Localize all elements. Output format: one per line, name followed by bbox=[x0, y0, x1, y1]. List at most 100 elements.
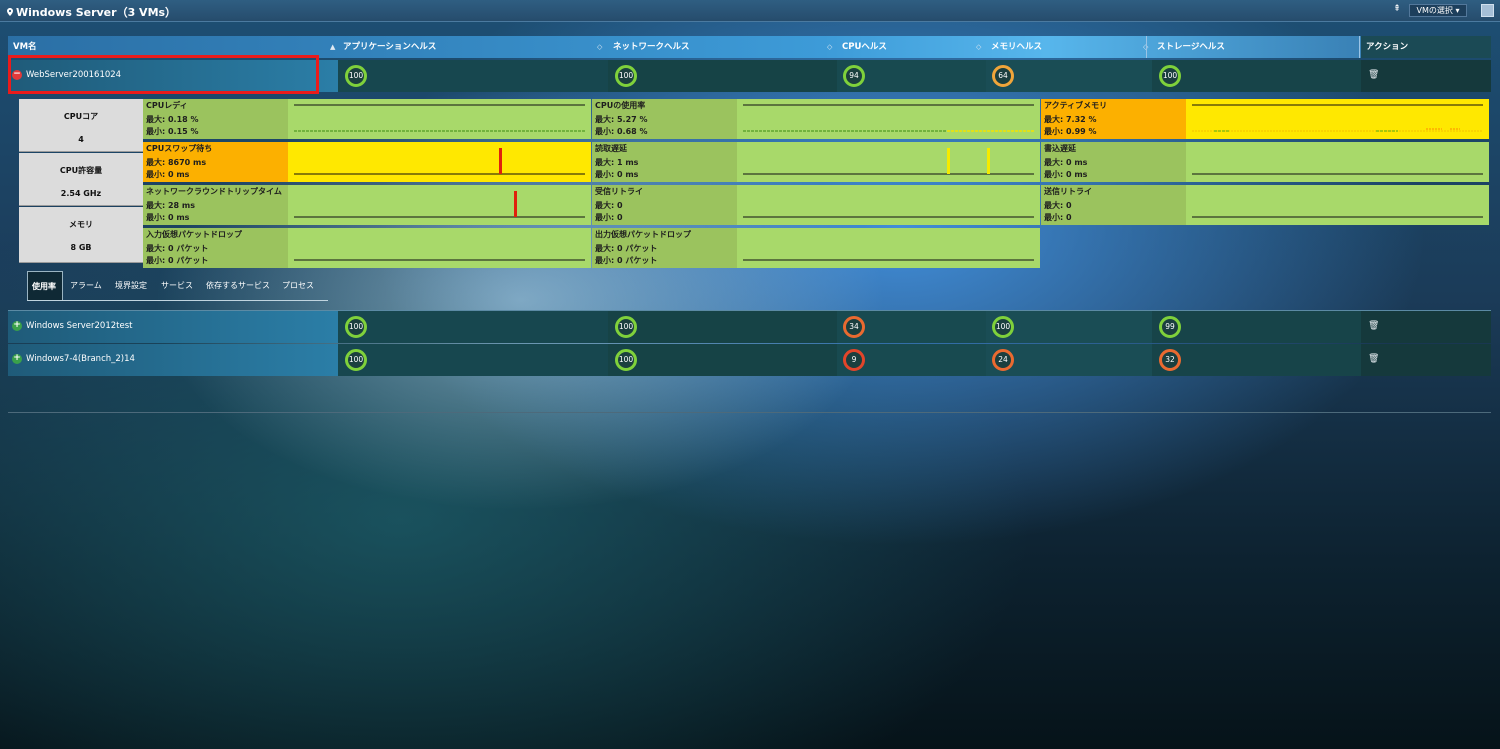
metric-min: 最小: 0 ms bbox=[146, 170, 190, 179]
expand-icon[interactable]: + bbox=[12, 354, 22, 364]
metric-max: 最大: 0 bbox=[595, 201, 623, 210]
metric-min: 最小: 0 ms bbox=[595, 170, 639, 179]
column-header-network[interactable]: ネットワークヘルス bbox=[608, 36, 690, 58]
spec-cpu-capacity: CPU許容量 2.54 GHz bbox=[19, 153, 143, 206]
column-divider bbox=[1359, 36, 1360, 58]
cpu-health-gauge[interactable]: 94 bbox=[843, 65, 865, 87]
metric-tx-packet-drop[interactable]: 出力仮想パケットドロップ 最大: 0 パケット 最小: 0 パケット bbox=[592, 228, 1040, 268]
tab-services[interactable]: サービス bbox=[157, 271, 197, 300]
metric-tx-retry[interactable]: 送信リトライ 最大: 0 最小: 0 bbox=[1041, 185, 1489, 225]
metric-name: 受信リトライ bbox=[595, 187, 643, 196]
metric-name: 入力仮想パケットドロップ bbox=[146, 230, 242, 239]
metric-cpu-swap-wait[interactable]: CPUスワップ待ち 最大: 8670 ms 最小: 0 ms bbox=[143, 142, 591, 182]
sort-asc-icon[interactable]: ▲ bbox=[330, 36, 335, 58]
tab-alarms[interactable]: アラーム bbox=[66, 271, 106, 300]
trash-icon[interactable]: 🗑 bbox=[1368, 70, 1379, 80]
cell-bg bbox=[338, 344, 608, 376]
cpu-health-gauge[interactable]: 9 bbox=[843, 349, 865, 371]
metric-max: 最大: 28 ms bbox=[146, 201, 195, 210]
cell-bg bbox=[1361, 344, 1491, 376]
layout-toggle-button[interactable] bbox=[1481, 4, 1494, 17]
memory-health-gauge[interactable]: 24 bbox=[992, 349, 1014, 371]
metric-max: 最大: 0 bbox=[1044, 201, 1072, 210]
tab-thresholds[interactable]: 境界設定 bbox=[111, 271, 151, 300]
vm-row[interactable]: + Windows7-4(Branch_2)14 100 100 9 24 32… bbox=[8, 344, 1491, 376]
spec-label: CPU許容量 bbox=[59, 166, 103, 175]
storage-health-gauge[interactable]: 32 bbox=[1159, 349, 1181, 371]
metric-min: 最小: 0 パケット bbox=[595, 256, 658, 265]
highlight-box bbox=[8, 55, 319, 94]
metric-network-rtt[interactable]: ネットワークラウンドトリップタイム 最大: 28 ms 最小: 0 ms bbox=[143, 185, 591, 225]
vm-name[interactable]: Windows Server2012test bbox=[26, 321, 132, 331]
memory-health-gauge[interactable]: 100 bbox=[992, 316, 1014, 338]
table-bottom-divider bbox=[8, 412, 1491, 413]
vm-select-dropdown[interactable]: VMの選択 ▾ bbox=[1409, 4, 1467, 17]
metric-max: 最大: 0.18 % bbox=[146, 115, 199, 124]
metric-name: 読取遅延 bbox=[595, 144, 627, 153]
metric-active-memory[interactable]: アクティブメモリ 最大: 7.32 % 最小: 0.99 % bbox=[1041, 99, 1489, 139]
app-health-gauge[interactable]: 100 bbox=[345, 65, 367, 87]
metric-cpu-ready[interactable]: CPUレディ 最大: 0.18 % 最小: 0.15 % bbox=[143, 99, 591, 139]
title-bar: Windows Server（3 VMs） ⇞ VMの選択 ▾ bbox=[0, 0, 1500, 22]
metric-name: CPUの使用率 bbox=[595, 101, 646, 110]
sparkline bbox=[737, 99, 1040, 139]
metric-rx-retry[interactable]: 受信リトライ 最大: 0 最小: 0 bbox=[592, 185, 1040, 225]
column-header-app[interactable]: アプリケーションヘルス bbox=[338, 36, 436, 58]
trash-icon[interactable]: 🗑 bbox=[1368, 354, 1379, 364]
column-header-cpu[interactable]: CPUヘルス bbox=[837, 36, 887, 58]
sparkline bbox=[1186, 185, 1489, 225]
memory-health-gauge[interactable]: 64 bbox=[992, 65, 1014, 87]
metric-min: 最小: 0 ms bbox=[1044, 170, 1088, 179]
sort-icon[interactable]: ◇ bbox=[827, 36, 832, 58]
column-header-memory[interactable]: メモリヘルス bbox=[986, 36, 1042, 58]
metric-min: 最小: 0 パケット bbox=[146, 256, 209, 265]
app-health-gauge[interactable]: 100 bbox=[345, 316, 367, 338]
metric-min: 最小: 0.15 % bbox=[146, 127, 199, 136]
metric-cpu-usage[interactable]: CPUの使用率 最大: 5.27 % 最小: 0.68 % bbox=[592, 99, 1040, 139]
cell-bg bbox=[338, 311, 608, 343]
spec-label: メモリ bbox=[69, 220, 93, 229]
storage-health-gauge[interactable]: 99 bbox=[1159, 316, 1181, 338]
location-pin-icon bbox=[7, 8, 13, 16]
sort-icon[interactable]: ◇ bbox=[597, 36, 602, 58]
page-title-text: Windows Server（3 VMs） bbox=[16, 6, 177, 19]
cpu-health-gauge[interactable]: 34 bbox=[843, 316, 865, 338]
vm-row[interactable]: + Windows Server2012test 100 100 34 100 … bbox=[8, 310, 1491, 343]
metric-min: 最小: 0.68 % bbox=[595, 127, 648, 136]
cell-bg bbox=[1152, 60, 1361, 92]
cell-bg bbox=[1361, 60, 1491, 92]
sort-icon[interactable]: ◇ bbox=[976, 36, 981, 58]
tab-processes[interactable]: プロセス bbox=[278, 271, 318, 300]
metric-min: 最小: 0.99 % bbox=[1044, 127, 1097, 136]
trash-icon[interactable]: 🗑 bbox=[1368, 321, 1379, 331]
pin-icon[interactable]: ⇞ bbox=[1390, 4, 1404, 17]
metric-max: 最大: 0 パケット bbox=[595, 244, 658, 253]
metric-read-latency[interactable]: 読取遅延 最大: 1 ms 最小: 0 ms bbox=[592, 142, 1040, 182]
metric-name: CPUレディ bbox=[146, 101, 188, 110]
column-header-action: アクション bbox=[1361, 36, 1491, 58]
storage-health-gauge[interactable]: 100 bbox=[1159, 65, 1181, 87]
sparkline bbox=[288, 185, 591, 225]
network-health-gauge[interactable]: 100 bbox=[615, 65, 637, 87]
metric-min: 最小: 0 ms bbox=[146, 213, 190, 222]
network-health-gauge[interactable]: 100 bbox=[615, 349, 637, 371]
network-health-gauge[interactable]: 100 bbox=[615, 316, 637, 338]
metric-name: ネットワークラウンドトリップタイム bbox=[146, 187, 282, 196]
column-header-storage[interactable]: ストレージヘルス bbox=[1152, 36, 1225, 58]
vm-name[interactable]: Windows7-4(Branch_2)14 bbox=[26, 354, 135, 364]
app-health-gauge[interactable]: 100 bbox=[345, 349, 367, 371]
metric-min: 最小: 0 bbox=[1044, 213, 1072, 222]
metric-write-latency[interactable]: 書込遅延 最大: 0 ms 最小: 0 ms bbox=[1041, 142, 1489, 182]
sparkline bbox=[288, 99, 591, 139]
expand-icon[interactable]: + bbox=[12, 321, 22, 331]
metric-max: 最大: 8670 ms bbox=[146, 158, 207, 167]
tab-usage[interactable]: 使用率 bbox=[27, 271, 63, 300]
metric-name: 書込遅延 bbox=[1044, 144, 1076, 153]
tab-dependent-services[interactable]: 依存するサービス bbox=[202, 271, 274, 300]
metric-name: 送信リトライ bbox=[1044, 187, 1092, 196]
spec-value: 2.54 GHz bbox=[60, 189, 102, 198]
cell-bg bbox=[1152, 311, 1361, 343]
cell-bg bbox=[608, 311, 837, 343]
metric-max: 最大: 0 パケット bbox=[146, 244, 209, 253]
metric-rx-packet-drop[interactable]: 入力仮想パケットドロップ 最大: 0 パケット 最小: 0 パケット bbox=[143, 228, 591, 268]
